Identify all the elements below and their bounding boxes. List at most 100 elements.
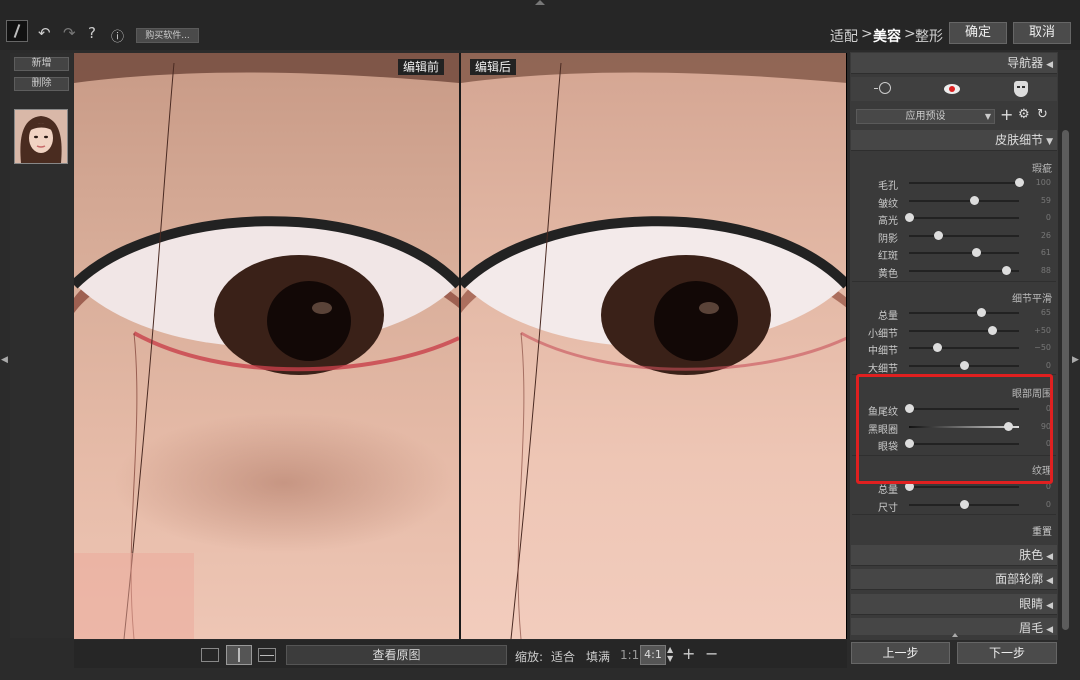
slider-label: 小细节 bbox=[868, 328, 898, 340]
highlight-box bbox=[856, 374, 1053, 484]
breadcrumb-shape[interactable]: 整形 bbox=[915, 26, 943, 46]
buy-software-button[interactable]: 购买软件... bbox=[136, 28, 199, 43]
slider-label: 红斑 bbox=[878, 251, 898, 262]
image-viewer[interactable]: 编辑前 编辑后 bbox=[74, 53, 847, 639]
refresh-icon[interactable]: ↻ bbox=[1037, 107, 1048, 122]
slider-track[interactable] bbox=[909, 347, 1019, 349]
slider-label: 尺寸 bbox=[878, 502, 898, 514]
help-icon[interactable]: ? bbox=[88, 24, 96, 42]
slider-thumb[interactable] bbox=[960, 360, 969, 370]
divider bbox=[852, 514, 1056, 515]
zoom-out-button[interactable]: − bbox=[705, 644, 718, 663]
slider-track[interactable] bbox=[909, 199, 1019, 202]
skin-detail-header[interactable]: 皮肤细节 ▼ bbox=[851, 130, 1057, 151]
slider-track[interactable] bbox=[909, 234, 1019, 237]
slider-value: 88 bbox=[1040, 265, 1051, 275]
slider-value: +50 bbox=[1034, 325, 1051, 335]
slider-value: 65 bbox=[1040, 308, 1051, 317]
slider-thumb[interactable] bbox=[933, 343, 942, 352]
brush-tool-icon[interactable] bbox=[874, 82, 894, 96]
blemish-group-title: 瑕疵 bbox=[1032, 164, 1052, 175]
slider-track[interactable] bbox=[909, 329, 1019, 332]
zoom-1to1-button[interactable]: 1:1 bbox=[620, 648, 639, 662]
slider-label: 黄色 bbox=[878, 268, 898, 280]
slider-thumb[interactable] bbox=[934, 230, 943, 240]
slider-value: 26 bbox=[1040, 230, 1051, 240]
slider-value: 59 bbox=[1040, 195, 1051, 205]
slider-thumb[interactable] bbox=[988, 325, 997, 335]
before-label: 编辑前 bbox=[398, 59, 445, 75]
eyes-header[interactable]: 眼睛 ◀ bbox=[851, 594, 1057, 615]
add-preset-icon[interactable]: + bbox=[1000, 105, 1013, 124]
navigator-header[interactable]: 导航器 ◀ bbox=[851, 53, 1057, 74]
scroll-up-icon[interactable] bbox=[952, 633, 958, 637]
slider-thumb[interactable] bbox=[905, 213, 914, 222]
slider-label: 总量 bbox=[878, 311, 898, 322]
zoom-stepper-icon[interactable]: ▲ ▼ bbox=[667, 645, 673, 663]
add-button[interactable]: 新增 bbox=[14, 57, 69, 71]
divider bbox=[852, 281, 1056, 282]
left-panel-toggle-icon[interactable]: ◀ bbox=[1, 355, 8, 365]
skin-color-header[interactable]: 肤色 ◀ bbox=[851, 545, 1057, 566]
slider-track[interactable] bbox=[909, 486, 1019, 488]
slider-track[interactable] bbox=[909, 252, 1019, 254]
slider-thumb[interactable] bbox=[1015, 178, 1024, 187]
chevron-down-icon: ▼ bbox=[984, 112, 991, 121]
photo-thumbnail[interactable] bbox=[14, 109, 68, 164]
face-contour-header[interactable]: 面部轮廓 ◀ bbox=[851, 569, 1057, 590]
redo-icon[interactable]: ↷ bbox=[63, 24, 76, 42]
collapse-arrow-icon: ◀ bbox=[1046, 552, 1053, 562]
slider-track[interactable] bbox=[909, 182, 1019, 184]
slider-value: −50 bbox=[1034, 343, 1051, 352]
breadcrumb-separator: > bbox=[861, 26, 873, 42]
slider-label: 皱纹 bbox=[878, 198, 898, 210]
collapse-arrow-icon: ◀ bbox=[1046, 625, 1053, 635]
slider-thumb[interactable] bbox=[977, 308, 986, 317]
slider-thumb[interactable] bbox=[1002, 265, 1011, 275]
collapse-arrow-icon: ◀ bbox=[1046, 601, 1053, 611]
slider-thumb[interactable] bbox=[972, 248, 981, 257]
slider-label: 阴影 bbox=[878, 233, 898, 245]
collapse-arrow-icon: ◀ bbox=[1046, 576, 1053, 586]
slider-value: 100 bbox=[1035, 178, 1051, 187]
zoom-fill-button[interactable]: 填满 bbox=[586, 648, 610, 665]
cancel-button[interactable]: 取消 bbox=[1013, 22, 1071, 44]
single-view-icon[interactable] bbox=[201, 648, 219, 662]
zoom-in-button[interactable]: + bbox=[682, 644, 695, 663]
before-pane[interactable] bbox=[74, 53, 459, 639]
show-original-button[interactable]: 查看原图 bbox=[286, 645, 507, 665]
preset-dropdown[interactable]: 应用预设 ▼ bbox=[856, 109, 995, 124]
slider-thumb[interactable] bbox=[960, 499, 969, 509]
ok-button[interactable]: 确定 bbox=[949, 22, 1007, 44]
previous-step-button[interactable]: 上一步 bbox=[851, 642, 950, 664]
eye-tool-icon[interactable] bbox=[944, 84, 960, 94]
zoom-fit-button[interactable]: 适合 bbox=[551, 648, 575, 665]
slider-track[interactable] bbox=[909, 217, 1019, 219]
after-pane[interactable] bbox=[461, 53, 846, 639]
app-logo bbox=[6, 20, 28, 42]
stacked-view-icon[interactable] bbox=[258, 648, 276, 662]
collapse-arrow-icon: ◀ bbox=[1046, 60, 1053, 70]
panel-scrollbar[interactable] bbox=[1062, 130, 1069, 630]
mask-tool-icon[interactable] bbox=[1014, 81, 1028, 97]
breadcrumb-beauty[interactable]: 美容 bbox=[873, 26, 901, 46]
slider-label: 中细节 bbox=[868, 346, 898, 357]
gear-icon[interactable]: ⚙ bbox=[1018, 107, 1030, 122]
slider-label: 大细节 bbox=[868, 363, 898, 375]
info-icon[interactable]: ⓘ bbox=[111, 26, 124, 45]
delete-button[interactable]: 删除 bbox=[14, 77, 69, 91]
right-panel-toggle-icon[interactable]: ▶ bbox=[1072, 355, 1079, 365]
breadcrumb-fit[interactable]: 适配 bbox=[830, 26, 858, 46]
smoothing-group-title: 细节平滑 bbox=[1012, 294, 1052, 305]
next-step-button[interactable]: 下一步 bbox=[957, 642, 1057, 664]
zoom-value-field[interactable]: 4:1 bbox=[640, 645, 666, 665]
slider-track[interactable] bbox=[909, 312, 1019, 314]
split-view-icon[interactable] bbox=[226, 645, 252, 665]
slider-label: 高光 bbox=[878, 216, 898, 227]
undo-icon[interactable]: ↶ bbox=[38, 24, 51, 42]
top-collapse-arrow-icon[interactable] bbox=[535, 0, 545, 5]
zoom-label: 缩放: bbox=[515, 650, 544, 664]
slider-thumb[interactable] bbox=[970, 195, 979, 205]
reset-button[interactable]: 重置 bbox=[1032, 523, 1052, 538]
after-label: 编辑后 bbox=[470, 59, 517, 75]
